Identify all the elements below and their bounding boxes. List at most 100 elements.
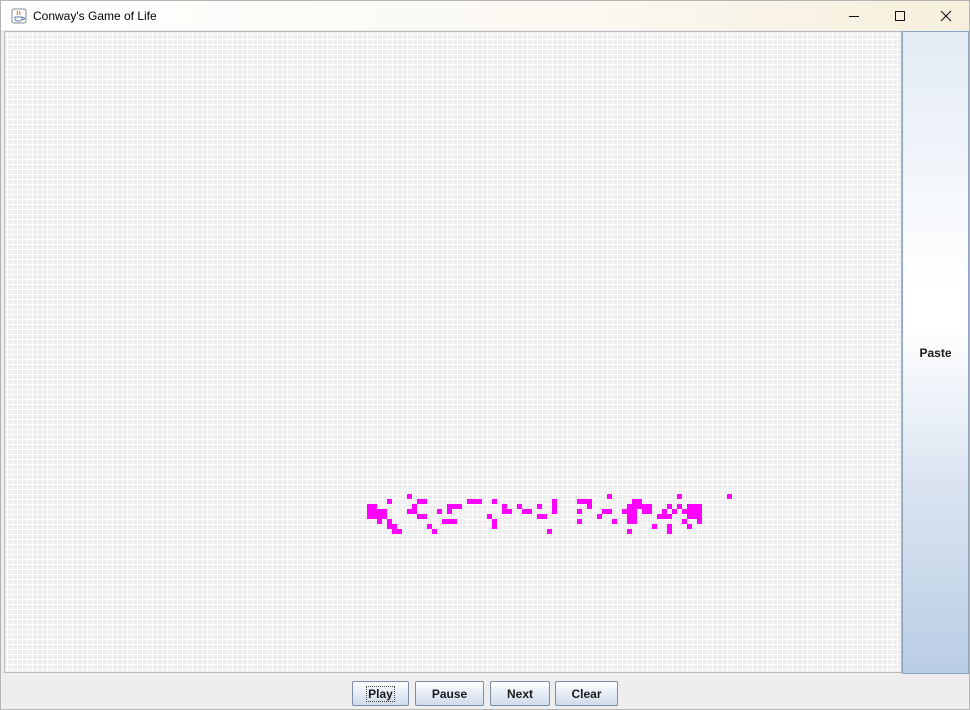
play-button[interactable]: Play — [352, 681, 409, 706]
live-cell[interactable] — [697, 509, 702, 514]
live-cell[interactable] — [627, 504, 632, 509]
live-cell[interactable] — [427, 524, 432, 529]
live-cell[interactable] — [502, 509, 507, 514]
live-cell[interactable] — [607, 509, 612, 514]
live-cell[interactable] — [632, 519, 637, 524]
live-cell[interactable] — [667, 514, 672, 519]
live-cell[interactable] — [492, 499, 497, 504]
live-cell[interactable] — [382, 514, 387, 519]
live-cell[interactable] — [627, 514, 632, 519]
close-button[interactable] — [923, 1, 969, 30]
live-cell[interactable] — [407, 509, 412, 514]
live-cell[interactable] — [372, 504, 377, 509]
live-cell[interactable] — [662, 509, 667, 514]
live-cell[interactable] — [547, 529, 552, 534]
live-cell[interactable] — [627, 519, 632, 524]
live-cell[interactable] — [477, 499, 482, 504]
live-cell[interactable] — [447, 509, 452, 514]
live-cell[interactable] — [657, 514, 662, 519]
live-cell[interactable] — [367, 509, 372, 514]
live-cell[interactable] — [472, 499, 477, 504]
live-cell[interactable] — [372, 509, 377, 514]
title-bar[interactable]: Conway's Game of Life — [1, 1, 969, 30]
live-cell[interactable] — [417, 514, 422, 519]
live-cell[interactable] — [422, 499, 427, 504]
live-cell[interactable] — [492, 524, 497, 529]
live-cell[interactable] — [432, 529, 437, 534]
live-cell[interactable] — [387, 499, 392, 504]
live-cell[interactable] — [387, 524, 392, 529]
live-cell[interactable] — [417, 499, 422, 504]
live-cell[interactable] — [687, 509, 692, 514]
live-cell[interactable] — [677, 504, 682, 509]
live-cell[interactable] — [452, 504, 457, 509]
live-cell[interactable] — [377, 519, 382, 524]
live-cell[interactable] — [367, 504, 372, 509]
live-cell[interactable] — [412, 504, 417, 509]
live-cell[interactable] — [632, 504, 637, 509]
live-cell[interactable] — [552, 504, 557, 509]
live-cell[interactable] — [627, 529, 632, 534]
live-cell[interactable] — [612, 519, 617, 524]
live-cell[interactable] — [587, 499, 592, 504]
live-cell[interactable] — [502, 504, 507, 509]
live-cell[interactable] — [397, 529, 402, 534]
live-cell[interactable] — [452, 519, 457, 524]
live-cell[interactable] — [727, 494, 732, 499]
maximize-button[interactable] — [877, 1, 923, 30]
live-cell[interactable] — [682, 509, 687, 514]
live-cell[interactable] — [537, 504, 542, 509]
minimize-button[interactable] — [831, 1, 877, 30]
live-cell[interactable] — [692, 504, 697, 509]
live-cell[interactable] — [487, 514, 492, 519]
live-cell[interactable] — [507, 509, 512, 514]
live-cell[interactable] — [607, 494, 612, 499]
live-cell[interactable] — [437, 509, 442, 514]
live-cell[interactable] — [632, 499, 637, 504]
live-cell[interactable] — [587, 504, 592, 509]
life-grid[interactable] — [4, 31, 902, 673]
paste-button[interactable]: Paste — [902, 31, 969, 674]
clear-button[interactable]: Clear — [555, 681, 618, 706]
live-cell[interactable] — [697, 514, 702, 519]
live-cell[interactable] — [527, 509, 532, 514]
live-cell[interactable] — [467, 499, 472, 504]
live-cell[interactable] — [697, 519, 702, 524]
live-cell[interactable] — [697, 504, 702, 509]
live-cell[interactable] — [372, 514, 377, 519]
live-cell[interactable] — [632, 514, 637, 519]
live-cell[interactable] — [552, 509, 557, 514]
live-cell[interactable] — [447, 519, 452, 524]
live-cell[interactable] — [377, 509, 382, 514]
live-cell[interactable] — [392, 524, 397, 529]
live-cell[interactable] — [687, 514, 692, 519]
live-cell[interactable] — [412, 509, 417, 514]
live-cell[interactable] — [422, 514, 427, 519]
live-cell[interactable] — [387, 519, 392, 524]
live-cell[interactable] — [627, 509, 632, 514]
live-cell[interactable] — [597, 514, 602, 519]
live-cell[interactable] — [577, 499, 582, 504]
live-cell[interactable] — [662, 514, 667, 519]
live-cell[interactable] — [647, 504, 652, 509]
live-cell[interactable] — [667, 529, 672, 534]
live-cell[interactable] — [622, 509, 627, 514]
live-cell[interactable] — [672, 509, 677, 514]
live-cell[interactable] — [687, 504, 692, 509]
live-cell[interactable] — [577, 509, 582, 514]
live-cell[interactable] — [687, 524, 692, 529]
live-cell[interactable] — [667, 504, 672, 509]
live-cell[interactable] — [392, 529, 397, 534]
live-cell[interactable] — [682, 519, 687, 524]
live-cell[interactable] — [637, 504, 642, 509]
live-cell[interactable] — [377, 514, 382, 519]
live-cell[interactable] — [442, 519, 447, 524]
live-cell[interactable] — [647, 509, 652, 514]
live-cell[interactable] — [577, 519, 582, 524]
live-cell[interactable] — [667, 524, 672, 529]
live-cell[interactable] — [677, 494, 682, 499]
live-cell[interactable] — [492, 519, 497, 524]
live-cell[interactable] — [407, 494, 412, 499]
live-cell[interactable] — [517, 504, 522, 509]
live-cell[interactable] — [642, 504, 647, 509]
